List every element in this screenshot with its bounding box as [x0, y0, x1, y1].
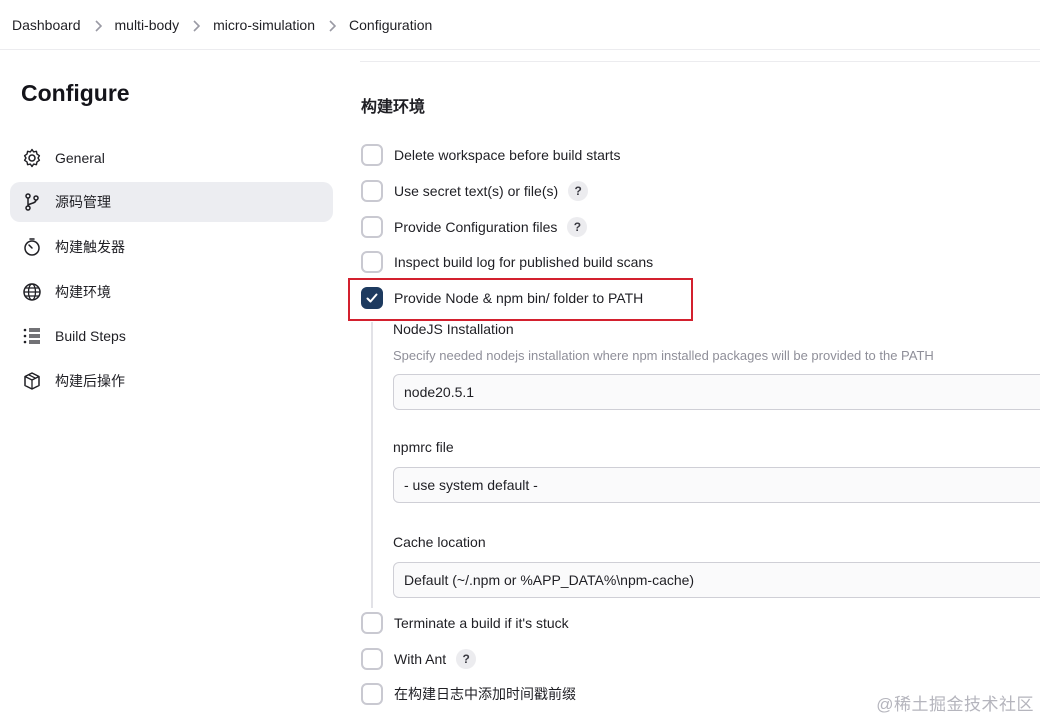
option-label: 在构建日志中添加时间戳前缀 — [394, 686, 576, 702]
option-inspect-build-log[interactable]: Inspect build log for published build sc… — [361, 250, 653, 274]
checkbox[interactable] — [361, 648, 383, 670]
sidebar-item-label: 源码管理 — [55, 194, 111, 210]
select-value: node20.5.1 — [404, 384, 475, 400]
cache-location-select[interactable]: Default (~/.npm or %APP_DATA%\npm-cache) — [393, 562, 1040, 598]
checkbox-checked[interactable] — [361, 287, 383, 309]
page-title: Configure — [21, 80, 130, 106]
checkmark-icon — [366, 293, 378, 303]
sidebar-item-label: Build Steps — [55, 328, 126, 344]
option-timestamps[interactable]: 在构建日志中添加时间戳前缀 — [361, 682, 576, 706]
chevron-right-icon — [315, 17, 349, 33]
option-config-files[interactable]: Provide Configuration files ? — [361, 215, 588, 239]
option-label: Provide Configuration files — [394, 219, 558, 235]
option-delete-workspace[interactable]: Delete workspace before build starts — [361, 143, 620, 167]
option-label: Provide Node & npm bin/ folder to PATH — [394, 290, 644, 306]
option-terminate-stuck[interactable]: Terminate a build if it's stuck — [361, 611, 569, 635]
breadcrumb-multi-body[interactable]: multi-body — [115, 17, 180, 33]
option-label: Inspect build log for published build sc… — [394, 254, 654, 270]
sidebar-item-label: 构建环境 — [55, 284, 111, 300]
sidebar-item-source-control[interactable]: 源码管理 — [10, 182, 333, 222]
option-label: With Ant — [394, 651, 447, 667]
option-label: Use secret text(s) or file(s) — [394, 183, 559, 199]
box-icon — [21, 370, 43, 392]
breadcrumb-dashboard[interactable]: Dashboard — [12, 17, 81, 33]
option-with-ant[interactable]: With Ant ? — [361, 647, 477, 671]
checkbox[interactable] — [361, 180, 383, 202]
nested-indent-line — [371, 322, 373, 608]
nodejs-installation-description: Specify needed nodejs installation where… — [393, 348, 934, 363]
sidebar-item-build-environment[interactable]: 构建环境 — [10, 272, 333, 312]
select-value: - use system default - — [404, 477, 538, 493]
sidebar: Configure General 源码管理 构建触发器 构建环境 Build … — [0, 50, 340, 718]
breadcrumb-micro-simulation[interactable]: micro-simulation — [213, 17, 315, 33]
checkbox[interactable] — [361, 144, 383, 166]
sidebar-item-post-build[interactable]: 构建后操作 — [10, 361, 333, 401]
help-icon[interactable]: ? — [567, 217, 588, 237]
globe-icon — [21, 281, 43, 303]
breadcrumb-configuration[interactable]: Configuration — [349, 17, 432, 33]
checkbox[interactable] — [361, 216, 383, 238]
npmrc-file-select[interactable]: - use system default - — [393, 467, 1040, 503]
breadcrumb: Dashboard multi-body micro-simulation Co… — [0, 0, 1040, 50]
option-node-npm-path[interactable]: Provide Node & npm bin/ folder to PATH — [361, 286, 643, 310]
sidebar-item-build-steps[interactable]: Build Steps — [10, 316, 333, 356]
option-label: Delete workspace before build starts — [394, 147, 621, 163]
nodejs-installation-select[interactable]: node20.5.1 — [393, 374, 1040, 410]
help-icon[interactable]: ? — [456, 649, 477, 669]
branch-icon — [21, 191, 43, 213]
timer-icon — [21, 236, 43, 258]
sidebar-item-label: General — [55, 150, 105, 166]
help-icon[interactable]: ? — [568, 181, 589, 201]
sidebar-item-build-triggers[interactable]: 构建触发器 — [10, 227, 333, 267]
chevron-right-icon — [81, 17, 115, 33]
sidebar-item-general[interactable]: General — [10, 138, 333, 178]
chevron-right-icon — [179, 17, 213, 33]
sidebar-item-label: 构建后操作 — [55, 373, 125, 389]
option-secret-text[interactable]: Use secret text(s) or file(s) ? — [361, 179, 589, 203]
checkbox[interactable] — [361, 612, 383, 634]
divider — [360, 61, 1040, 62]
checkbox[interactable] — [361, 251, 383, 273]
watermark: @稀土掘金技术社区 — [876, 695, 1034, 714]
cache-location-label: Cache location — [393, 534, 486, 550]
gear-icon — [21, 147, 43, 169]
checkbox[interactable] — [361, 683, 383, 705]
nodejs-installation-label: NodeJS Installation — [393, 321, 514, 337]
select-value: Default (~/.npm or %APP_DATA%\npm-cache) — [404, 572, 695, 588]
list-icon — [21, 325, 43, 347]
section-title: 构建环境 — [361, 99, 426, 116]
sidebar-item-label: 构建触发器 — [55, 239, 125, 255]
npmrc-file-label: npmrc file — [393, 439, 454, 455]
option-label: Terminate a build if it's stuck — [394, 615, 569, 631]
